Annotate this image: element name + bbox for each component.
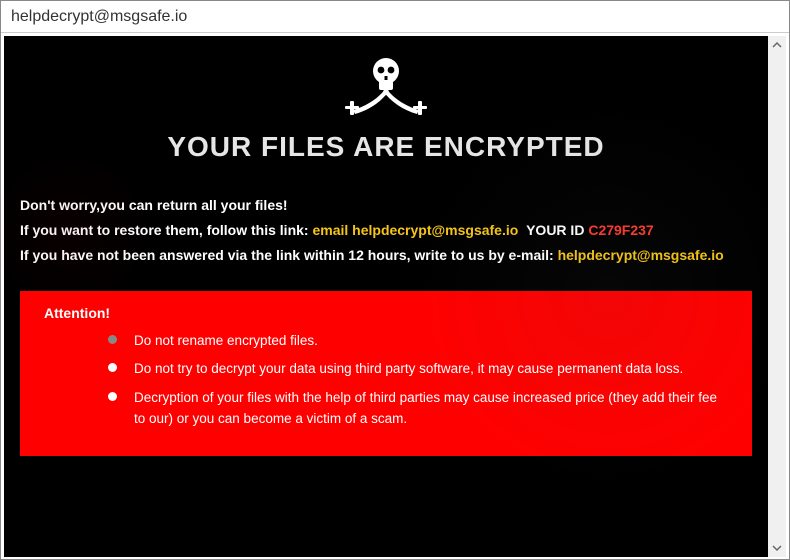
instruction-line-3-prefix: If you have not been answered via the li… [20, 247, 554, 263]
instruction-line-3: If you have not been answered via the li… [20, 243, 754, 268]
skull-swords-icon [345, 54, 427, 123]
contact-email-link[interactable]: email helpdecrypt@msgsafe.io [312, 222, 518, 238]
attention-box: Attention! Do not rename encrypted files… [20, 291, 752, 457]
your-id-label: YOUR ID [526, 222, 584, 238]
instruction-line-1: Don't worry,you can return all your file… [20, 193, 754, 218]
contact-email-alt[interactable]: helpdecrypt@msgsafe.io [558, 247, 724, 263]
logo-wrap [18, 54, 754, 123]
instructions: Don't worry,you can return all your file… [18, 193, 754, 269]
list-item: Do not try to decrypt your data using th… [134, 359, 728, 380]
list-item: Decryption of your files with the help o… [134, 388, 728, 430]
instruction-line-2: If you want to restore them, follow this… [20, 218, 754, 243]
attention-title: Attention! [44, 305, 728, 321]
your-id-value: C279F237 [588, 222, 653, 238]
attention-list: Do not rename encrypted files. Do not tr… [44, 331, 728, 431]
scroll-up-icon[interactable] [768, 36, 786, 54]
window-body: YOUR FILES ARE ENCRYPTED Don't worry,you… [1, 33, 789, 560]
vertical-scrollbar[interactable] [768, 36, 786, 557]
list-item: Do not rename encrypted files. [134, 331, 728, 352]
instruction-line-2-prefix: If you want to restore them, follow this… [20, 222, 309, 238]
headline: YOUR FILES ARE ENCRYPTED [18, 131, 754, 163]
window-title: helpdecrypt@msgsafe.io [11, 8, 187, 26]
scroll-down-icon[interactable] [768, 539, 786, 557]
window-titlebar: helpdecrypt@msgsafe.io [1, 1, 789, 33]
ransom-note: YOUR FILES ARE ENCRYPTED Don't worry,you… [4, 36, 768, 557]
